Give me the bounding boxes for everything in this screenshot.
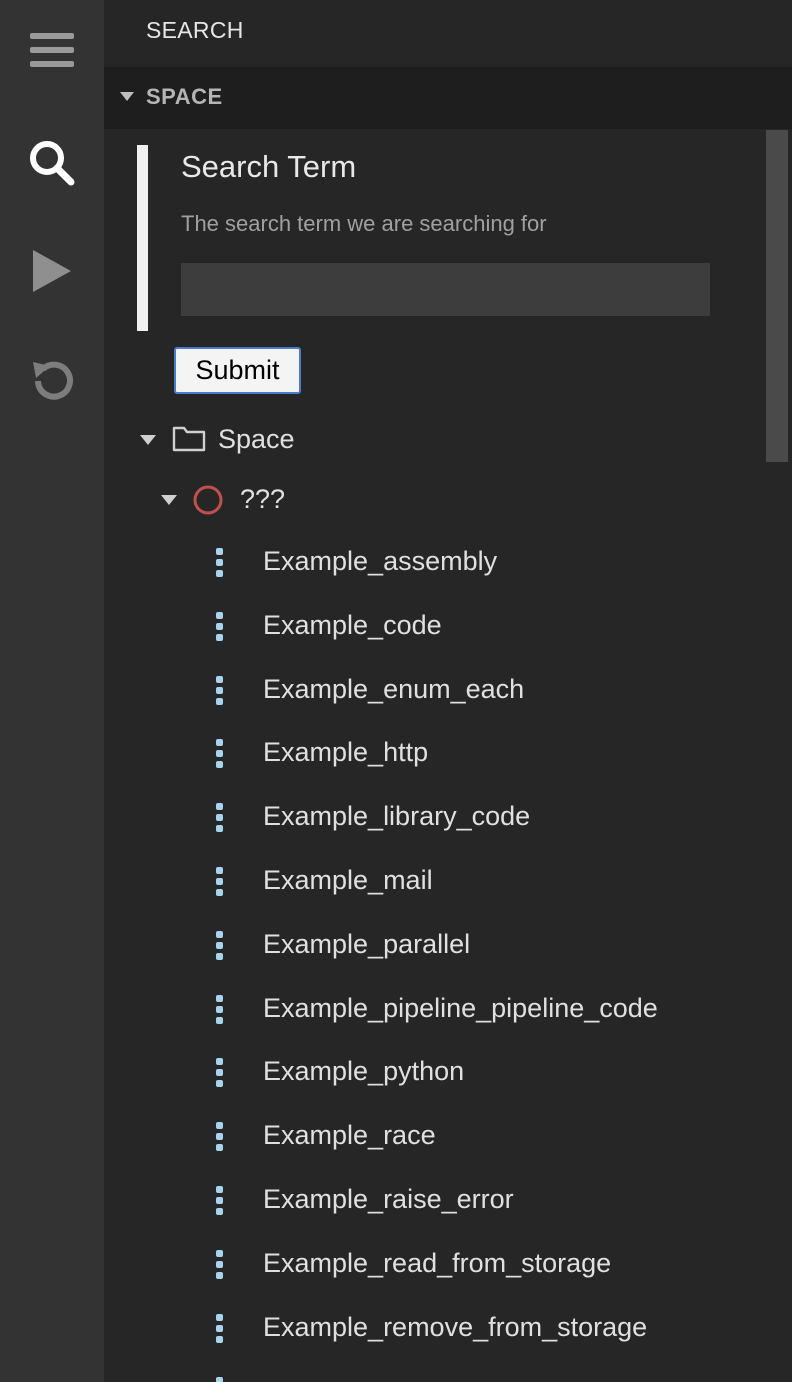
tree-item[interactable]: Example_python bbox=[104, 1042, 764, 1106]
tree-item-label: Example_raise_error bbox=[263, 1184, 514, 1214]
submit-button[interactable]: Submit bbox=[174, 347, 301, 394]
tree-item-label: Example_race bbox=[263, 1120, 436, 1150]
chevron-down-icon[interactable] bbox=[140, 435, 156, 445]
undo-button[interactable] bbox=[0, 341, 104, 421]
search-view-button[interactable] bbox=[0, 123, 104, 203]
search-sidebar: SEARCH SPACE Search Term The search term… bbox=[104, 0, 792, 1382]
section-label: SPACE bbox=[146, 84, 223, 109]
more-vertical-icon bbox=[215, 931, 223, 961]
field-accent-bar bbox=[137, 145, 148, 331]
more-vertical-icon bbox=[215, 548, 223, 578]
menu-button[interactable] bbox=[0, 10, 104, 90]
more-vertical-icon bbox=[215, 867, 223, 897]
status-circle-icon bbox=[193, 485, 223, 515]
tree-group-label[interactable]: ??? bbox=[240, 484, 285, 515]
tree-root-label[interactable]: Space bbox=[218, 424, 295, 455]
tree-item[interactable]: Example_http bbox=[104, 723, 764, 787]
tree-item-label: Example_code bbox=[263, 610, 442, 640]
tree-item[interactable]: Example_raise_error bbox=[104, 1170, 764, 1234]
run-icon bbox=[33, 250, 71, 292]
activity-bar bbox=[0, 0, 104, 1382]
field-title: Search Term bbox=[181, 149, 357, 184]
tree-item[interactable]: Example_race bbox=[104, 1106, 764, 1170]
tree-item-label: Example_parallel bbox=[263, 929, 471, 959]
field-description: The search term we are searching for bbox=[181, 211, 547, 236]
tree-item[interactable]: Example_read_from_storage bbox=[104, 1234, 764, 1298]
more-vertical-icon bbox=[215, 1377, 223, 1382]
more-vertical-icon bbox=[215, 1250, 223, 1280]
search-term-input[interactable] bbox=[181, 263, 710, 316]
tree-item[interactable]: Example_parallel bbox=[104, 915, 764, 979]
tree-item-label: Example_mail bbox=[263, 865, 433, 895]
tree-item[interactable]: Example_remove_from_storage bbox=[104, 1298, 764, 1362]
tree-item[interactable]: Example_enum_each bbox=[104, 660, 764, 724]
tree-item-label: Example_http bbox=[263, 737, 429, 767]
tree-item-label: Example_assembly bbox=[263, 546, 498, 576]
chevron-down-icon[interactable] bbox=[161, 495, 177, 505]
undo-icon bbox=[33, 361, 73, 400]
more-vertical-icon bbox=[215, 1314, 223, 1344]
more-vertical-icon bbox=[215, 1058, 223, 1088]
tree-item-label: Example_enum_each bbox=[263, 674, 525, 704]
tree-item-label: Example_pipeline_pipeline_code bbox=[263, 993, 658, 1023]
tree-item-label: Example_read_from_storage bbox=[263, 1248, 612, 1278]
scrollbar-thumb[interactable] bbox=[766, 130, 788, 462]
chevron-down-icon bbox=[120, 92, 134, 101]
more-vertical-icon bbox=[215, 995, 223, 1025]
more-vertical-icon bbox=[215, 676, 223, 706]
more-vertical-icon bbox=[215, 1186, 223, 1216]
tree-item-label: Example_library_code bbox=[263, 801, 531, 831]
section-header-space[interactable]: SPACE bbox=[104, 67, 792, 129]
sidebar-title: SEARCH bbox=[146, 17, 244, 43]
tree-item[interactable] bbox=[104, 1361, 764, 1382]
menu-icon bbox=[30, 33, 74, 67]
tree-item[interactable]: Example_code bbox=[104, 596, 764, 660]
search-icon bbox=[30, 141, 75, 186]
tree-item[interactable]: Example_assembly bbox=[104, 532, 764, 596]
more-vertical-icon bbox=[215, 739, 223, 769]
tree-item-label: Example_python bbox=[263, 1056, 465, 1086]
folder-icon bbox=[172, 426, 206, 452]
tree-item[interactable]: Example_library_code bbox=[104, 787, 764, 851]
tree-item[interactable]: Example_pipeline_pipeline_code bbox=[104, 979, 764, 1043]
run-button[interactable] bbox=[0, 231, 104, 311]
tree-item-label: Example_remove_from_storage bbox=[263, 1312, 648, 1342]
more-vertical-icon bbox=[215, 612, 223, 642]
more-vertical-icon bbox=[215, 803, 223, 833]
more-vertical-icon bbox=[215, 1122, 223, 1152]
tree-item[interactable]: Example_mail bbox=[104, 851, 764, 915]
